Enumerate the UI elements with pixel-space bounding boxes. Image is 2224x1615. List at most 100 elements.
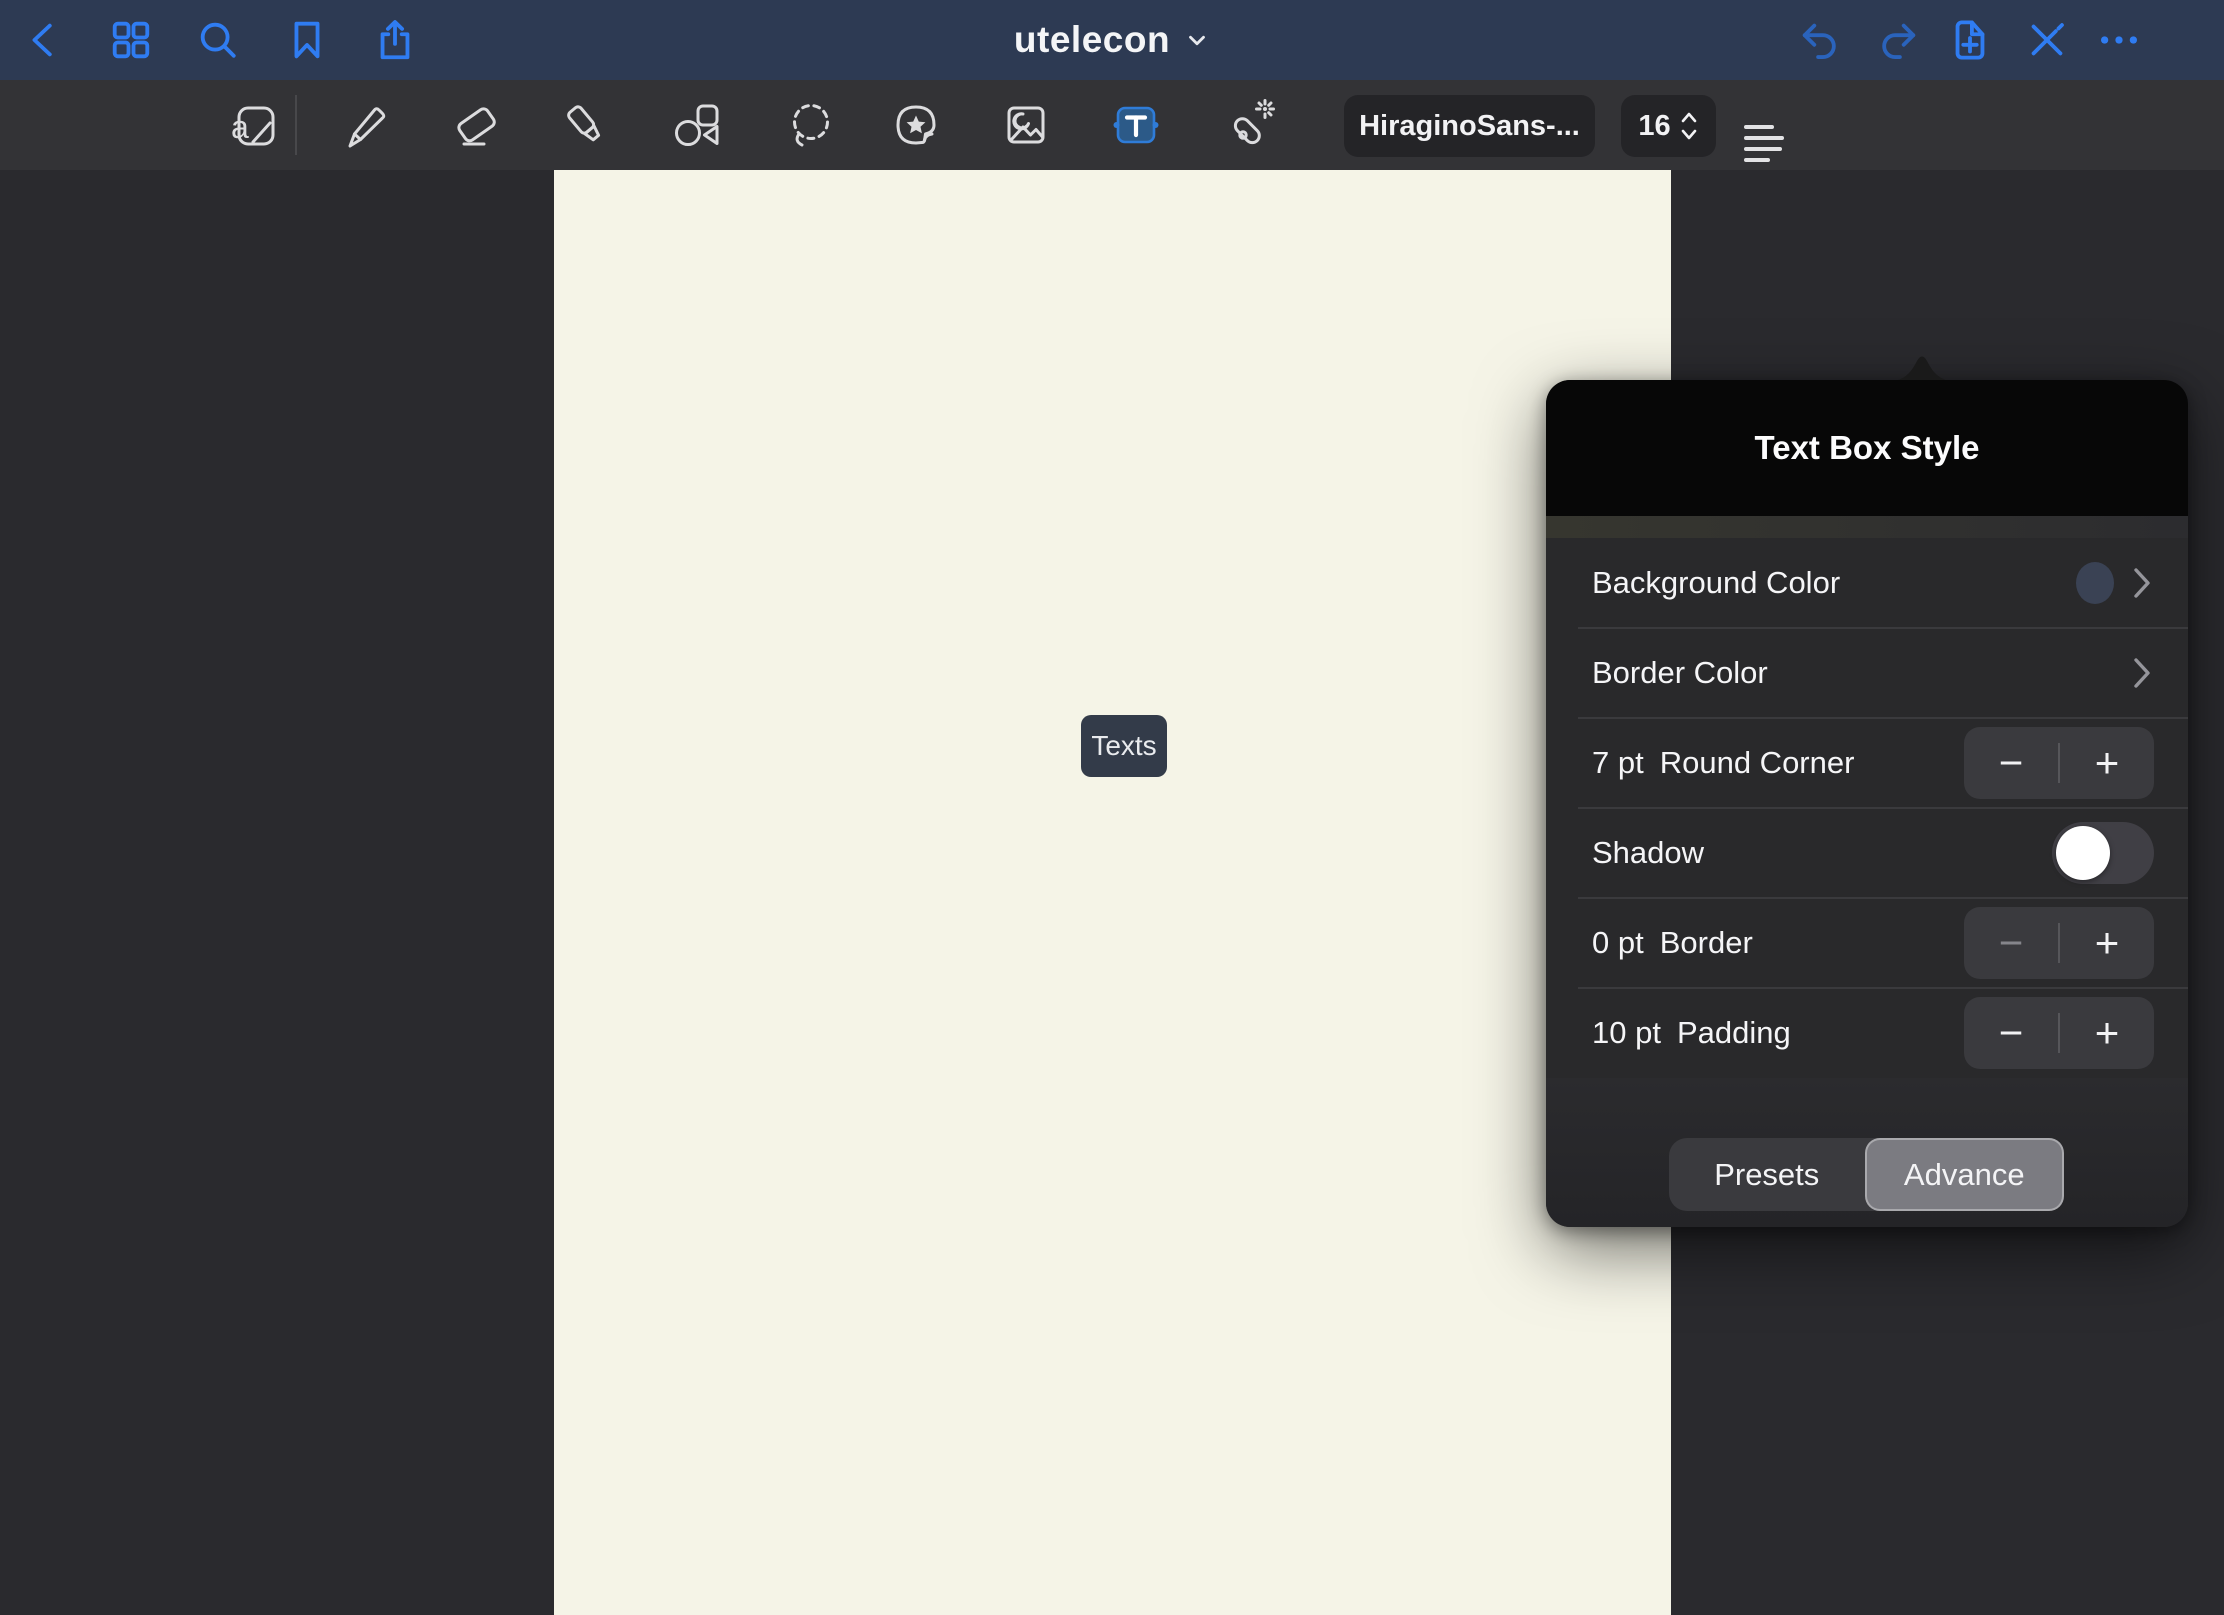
bookmark-button[interactable]	[284, 17, 330, 63]
lasso-tool-button[interactable]	[782, 97, 838, 153]
size-up-down-icon	[1679, 109, 1699, 143]
plus-button[interactable]: +	[2060, 997, 2154, 1069]
tab-advance[interactable]: Advance	[1865, 1138, 2065, 1211]
row-border-color[interactable]: Border Color	[1546, 628, 2188, 718]
read-only-mode-icon: a	[225, 97, 281, 153]
text-align-button[interactable]	[1744, 123, 1784, 163]
ellipsis-icon	[2096, 17, 2142, 63]
shapes-tool-button[interactable]	[669, 97, 725, 153]
text-tool-button[interactable]	[1108, 97, 1164, 153]
padding-value: 10 pt	[1592, 1015, 1661, 1051]
minus-button[interactable]: −	[1964, 997, 2058, 1069]
add-page-icon	[1947, 17, 1993, 63]
plus-button[interactable]: +	[2060, 727, 2154, 799]
search-button[interactable]	[195, 17, 241, 63]
popup-arrow	[1884, 346, 1960, 382]
row-label: Border Color	[1592, 655, 1768, 691]
font-size-value: 16	[1638, 110, 1670, 143]
app-screen: utelecon	[0, 0, 2224, 1615]
redo-icon	[1874, 17, 1920, 63]
minus-button[interactable]: −	[1964, 727, 2058, 799]
eraser-icon	[448, 97, 504, 153]
row-label: Padding	[1677, 1015, 1791, 1051]
font-size-stepper[interactable]: 16	[1621, 95, 1716, 157]
search-icon	[195, 17, 241, 63]
text-tool-selected-icon	[1108, 97, 1164, 153]
canvas-background: Texts Text Box Style Background Color	[0, 170, 2224, 1615]
font-name-label: HiraginoSans-...	[1359, 110, 1580, 143]
elements-tool-button[interactable]	[888, 97, 944, 153]
row-background-color[interactable]: Background Color	[1546, 538, 2188, 628]
toolbar-separator	[295, 95, 297, 155]
back-button[interactable]	[22, 17, 68, 63]
tool-bar: a	[0, 80, 2224, 170]
share-button[interactable]	[372, 17, 418, 63]
chevron-right-icon	[2132, 566, 2152, 600]
add-page-button[interactable]	[1947, 17, 1993, 63]
padding-stepper: − +	[1964, 997, 2154, 1069]
share-icon	[372, 17, 418, 63]
title-chevron-down-icon	[1184, 27, 1210, 53]
align-line	[1744, 136, 1784, 140]
row-shadow: Shadow	[1546, 808, 2188, 898]
document-page[interactable]: Texts	[554, 170, 1671, 1615]
popup-footer: Presets Advance	[1546, 1078, 2188, 1227]
round-corner-stepper: − +	[1964, 727, 2154, 799]
end-editing-button[interactable]	[2024, 17, 2070, 63]
navbar: utelecon	[0, 0, 2224, 80]
text-box-content: Texts	[1091, 730, 1156, 762]
image-icon	[998, 97, 1054, 153]
border-width-stepper: − +	[1964, 907, 2154, 979]
shapes-icon	[669, 97, 725, 153]
more-button[interactable]	[2096, 17, 2142, 63]
tab-presets[interactable]: Presets	[1669, 1138, 1865, 1211]
row-label: Shadow	[1592, 835, 1704, 871]
chevron-right-icon	[2132, 656, 2152, 690]
pen-tool-button[interactable]	[336, 97, 392, 153]
page-grid-icon	[108, 17, 154, 63]
image-tool-button[interactable]	[998, 97, 1054, 153]
highlighter-icon	[558, 97, 614, 153]
popup-band	[1546, 516, 2188, 538]
text-box[interactable]: Texts	[1081, 715, 1167, 777]
row-label: Border	[1660, 925, 1753, 961]
presets-advance-segment: Presets Advance	[1669, 1138, 2064, 1211]
popup-header: Text Box Style	[1546, 380, 2188, 516]
popup-rows: Background Color Border Color 7 pt Round…	[1546, 538, 2188, 1078]
text-box-style-popup: Text Box Style Background Color Border C…	[1546, 380, 2188, 1227]
row-round-corner: 7 pt Round Corner − +	[1546, 718, 2188, 808]
pen-icon	[336, 97, 392, 153]
border-width-value: 0 pt	[1592, 925, 1644, 961]
eraser-tool-button[interactable]	[448, 97, 504, 153]
svg-text:a: a	[231, 109, 249, 145]
popup-title: Text Box Style	[1755, 429, 1980, 467]
round-corner-value: 7 pt	[1592, 745, 1644, 781]
sticker-star-icon	[888, 97, 944, 153]
redo-button[interactable]	[1874, 17, 1920, 63]
read-only-mode-button[interactable]: a	[225, 97, 281, 153]
align-line	[1744, 125, 1774, 129]
font-name-button[interactable]: HiraginoSans-...	[1344, 95, 1595, 157]
shadow-toggle[interactable]	[2052, 822, 2154, 884]
align-line	[1744, 147, 1782, 151]
document-title: utelecon	[1014, 19, 1170, 61]
undo-icon	[1798, 17, 1844, 63]
laser-pointer-tool-button[interactable]	[1221, 97, 1277, 153]
highlighter-tool-button[interactable]	[558, 97, 614, 153]
undo-button[interactable]	[1798, 17, 1844, 63]
row-border-width: 0 pt Border − +	[1546, 898, 2188, 988]
row-label: Round Corner	[1660, 745, 1855, 781]
back-chevron-icon	[22, 17, 68, 63]
background-color-swatch	[2076, 562, 2114, 604]
crossed-pencil-icon	[2024, 17, 2070, 63]
toggle-knob	[2056, 826, 2110, 880]
document-title-button[interactable]: utelecon	[972, 0, 1252, 80]
page-grid-button[interactable]	[108, 17, 154, 63]
align-line	[1744, 158, 1770, 162]
plus-button[interactable]: +	[2060, 907, 2154, 979]
minus-button[interactable]: −	[1964, 907, 2058, 979]
row-padding: 10 pt Padding − +	[1546, 988, 2188, 1078]
laser-pointer-icon	[1221, 97, 1277, 153]
lasso-icon	[782, 97, 838, 153]
row-label: Background Color	[1592, 565, 1840, 601]
